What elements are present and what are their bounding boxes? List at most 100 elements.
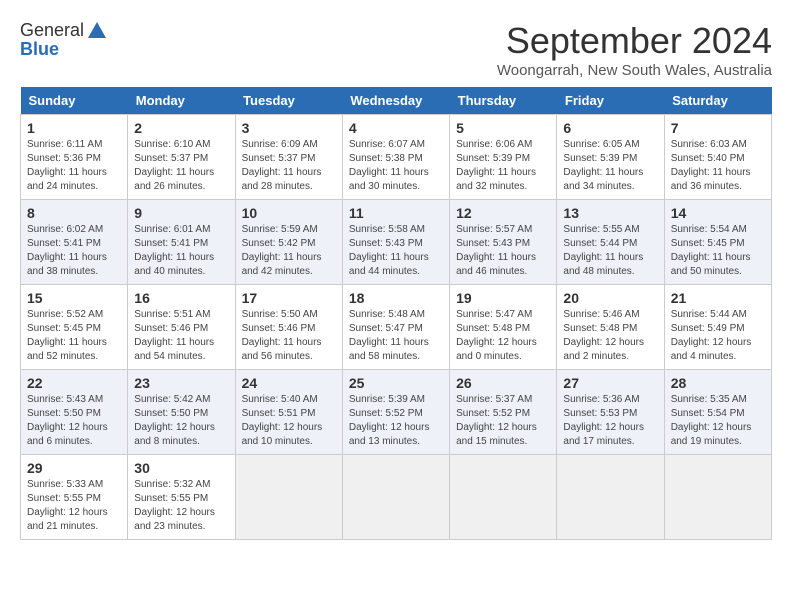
day-number: 20 (563, 290, 657, 306)
day-info: Sunrise: 5:46 AMSunset: 5:48 PMDaylight:… (563, 308, 657, 364)
day-number: 26 (456, 375, 550, 391)
header: General Blue September 2024 Woongarrah, … (20, 20, 772, 79)
day-info: Sunrise: 5:32 AMSunset: 5:55 PMDaylight:… (134, 478, 228, 534)
day-info: Sunrise: 5:51 AMSunset: 5:46 PMDaylight:… (134, 308, 228, 364)
day-info: Sunrise: 6:06 AMSunset: 5:39 PMDaylight:… (456, 138, 550, 194)
logo: General Blue (20, 20, 108, 60)
col-header-friday: Friday (557, 87, 664, 115)
day-info: Sunrise: 6:02 AMSunset: 5:41 PMDaylight:… (27, 223, 121, 279)
logo-blue: Blue (20, 40, 59, 60)
day-number: 27 (563, 375, 657, 391)
calendar-cell (450, 455, 557, 540)
day-number: 18 (349, 290, 443, 306)
logo-icon (86, 20, 108, 42)
header-row: SundayMondayTuesdayWednesdayThursdayFrid… (21, 87, 772, 115)
day-number: 25 (349, 375, 443, 391)
col-header-wednesday: Wednesday (342, 87, 449, 115)
day-info: Sunrise: 5:37 AMSunset: 5:52 PMDaylight:… (456, 393, 550, 449)
day-number: 28 (671, 375, 765, 391)
day-info: Sunrise: 5:35 AMSunset: 5:54 PMDaylight:… (671, 393, 765, 449)
calendar-cell: 30 Sunrise: 5:32 AMSunset: 5:55 PMDayligh… (128, 455, 235, 540)
day-number: 22 (27, 375, 121, 391)
col-header-saturday: Saturday (664, 87, 771, 115)
calendar-cell: 5 Sunrise: 6:06 AMSunset: 5:39 PMDaylight… (450, 115, 557, 200)
calendar-cell: 6 Sunrise: 6:05 AMSunset: 5:39 PMDaylight… (557, 115, 664, 200)
day-number: 10 (242, 205, 336, 221)
day-info: Sunrise: 5:55 AMSunset: 5:44 PMDaylight:… (563, 223, 657, 279)
day-info: Sunrise: 5:59 AMSunset: 5:42 PMDaylight:… (242, 223, 336, 279)
day-info: Sunrise: 5:39 AMSunset: 5:52 PMDaylight:… (349, 393, 443, 449)
day-number: 7 (671, 120, 765, 136)
calendar-cell: 29Sunrise: 5:33 AMSunset: 5:55 PMDayligh… (21, 455, 128, 540)
calendar-cell: 8Sunrise: 6:02 AMSunset: 5:41 PMDaylight… (21, 200, 128, 285)
calendar-cell: 10 Sunrise: 5:59 AMSunset: 5:42 PMDayligh… (235, 200, 342, 285)
day-info: Sunrise: 5:36 AMSunset: 5:53 PMDaylight:… (563, 393, 657, 449)
calendar-cell: 28 Sunrise: 5:35 AMSunset: 5:54 PMDayligh… (664, 370, 771, 455)
day-number: 3 (242, 120, 336, 136)
calendar-cell: 12 Sunrise: 5:57 AMSunset: 5:43 PMDayligh… (450, 200, 557, 285)
day-number: 2 (134, 120, 228, 136)
day-info: Sunrise: 6:05 AMSunset: 5:39 PMDaylight:… (563, 138, 657, 194)
day-info: Sunrise: 5:57 AMSunset: 5:43 PMDaylight:… (456, 223, 550, 279)
day-number: 30 (134, 460, 228, 476)
day-info: Sunrise: 5:44 AMSunset: 5:49 PMDaylight:… (671, 308, 765, 364)
day-info: Sunrise: 6:11 AMSunset: 5:36 PMDaylight:… (27, 138, 121, 194)
calendar-row: 1 Sunrise: 6:11 AMSunset: 5:36 PMDaylight… (21, 115, 772, 200)
day-info: Sunrise: 6:01 AMSunset: 5:41 PMDaylight:… (134, 223, 228, 279)
calendar-cell: 19Sunrise: 5:47 AMSunset: 5:48 PMDayligh… (450, 285, 557, 370)
day-info: Sunrise: 5:52 AMSunset: 5:45 PMDaylight:… (27, 308, 121, 364)
calendar-cell: 26 Sunrise: 5:37 AMSunset: 5:52 PMDayligh… (450, 370, 557, 455)
day-number: 5 (456, 120, 550, 136)
month-title: September 2024 (497, 20, 772, 62)
day-number: 23 (134, 375, 228, 391)
calendar-cell: 14Sunrise: 5:54 AMSunset: 5:45 PMDayligh… (664, 200, 771, 285)
calendar-cell: 17 Sunrise: 5:50 AMSunset: 5:46 PMDayligh… (235, 285, 342, 370)
day-number: 14 (671, 205, 765, 221)
calendar-table: SundayMondayTuesdayWednesdayThursdayFrid… (20, 87, 772, 540)
calendar-row: 15Sunrise: 5:52 AMSunset: 5:45 PMDayligh… (21, 285, 772, 370)
calendar-cell: 23 Sunrise: 5:42 AMSunset: 5:50 PMDayligh… (128, 370, 235, 455)
day-info: Sunrise: 5:50 AMSunset: 5:46 PMDaylight:… (242, 308, 336, 364)
calendar-cell: 18Sunrise: 5:48 AMSunset: 5:47 PMDayligh… (342, 285, 449, 370)
calendar-cell: 4 Sunrise: 6:07 AMSunset: 5:38 PMDaylight… (342, 115, 449, 200)
day-info: Sunrise: 6:10 AMSunset: 5:37 PMDaylight:… (134, 138, 228, 194)
day-number: 4 (349, 120, 443, 136)
calendar-cell: 22 Sunrise: 5:43 AMSunset: 5:50 PMDayligh… (21, 370, 128, 455)
day-number: 6 (563, 120, 657, 136)
calendar-cell: 2 Sunrise: 6:10 AMSunset: 5:37 PMDaylight… (128, 115, 235, 200)
day-number: 24 (242, 375, 336, 391)
day-number: 21 (671, 290, 765, 306)
day-number: 1 (27, 120, 121, 136)
calendar-cell: 9 Sunrise: 6:01 AMSunset: 5:41 PMDaylight… (128, 200, 235, 285)
day-number: 19 (456, 290, 550, 306)
calendar-cell: 25 Sunrise: 5:39 AMSunset: 5:52 PMDayligh… (342, 370, 449, 455)
day-number: 16 (134, 290, 228, 306)
calendar-cell (342, 455, 449, 540)
calendar-cell (557, 455, 664, 540)
calendar-cell: 16 Sunrise: 5:51 AMSunset: 5:46 PMDayligh… (128, 285, 235, 370)
day-number: 13 (563, 205, 657, 221)
day-number: 11 (349, 205, 443, 221)
day-number: 9 (134, 205, 228, 221)
day-number: 17 (242, 290, 336, 306)
day-info: Sunrise: 6:07 AMSunset: 5:38 PMDaylight:… (349, 138, 443, 194)
calendar-row: 22 Sunrise: 5:43 AMSunset: 5:50 PMDayligh… (21, 370, 772, 455)
day-info: Sunrise: 6:09 AMSunset: 5:37 PMDaylight:… (242, 138, 336, 194)
calendar-cell: 1 Sunrise: 6:11 AMSunset: 5:36 PMDaylight… (21, 115, 128, 200)
calendar-cell: 20 Sunrise: 5:46 AMSunset: 5:48 PMDayligh… (557, 285, 664, 370)
title-section: September 2024 Woongarrah, New South Wal… (497, 20, 772, 79)
day-number: 12 (456, 205, 550, 221)
day-info: Sunrise: 5:42 AMSunset: 5:50 PMDaylight:… (134, 393, 228, 449)
day-number: 29 (27, 460, 121, 476)
calendar-cell (664, 455, 771, 540)
calendar-row: 8Sunrise: 6:02 AMSunset: 5:41 PMDaylight… (21, 200, 772, 285)
calendar-cell: 27 Sunrise: 5:36 AMSunset: 5:53 PMDayligh… (557, 370, 664, 455)
calendar-cell: 7 Sunrise: 6:03 AMSunset: 5:40 PMDaylight… (664, 115, 771, 200)
calendar-cell: 24 Sunrise: 5:40 AMSunset: 5:51 PMDayligh… (235, 370, 342, 455)
col-header-sunday: Sunday (21, 87, 128, 115)
day-info: Sunrise: 5:40 AMSunset: 5:51 PMDaylight:… (242, 393, 336, 449)
col-header-tuesday: Tuesday (235, 87, 342, 115)
col-header-thursday: Thursday (450, 87, 557, 115)
day-info: Sunrise: 6:03 AMSunset: 5:40 PMDaylight:… (671, 138, 765, 194)
day-info: Sunrise: 5:43 AMSunset: 5:50 PMDaylight:… (27, 393, 121, 449)
